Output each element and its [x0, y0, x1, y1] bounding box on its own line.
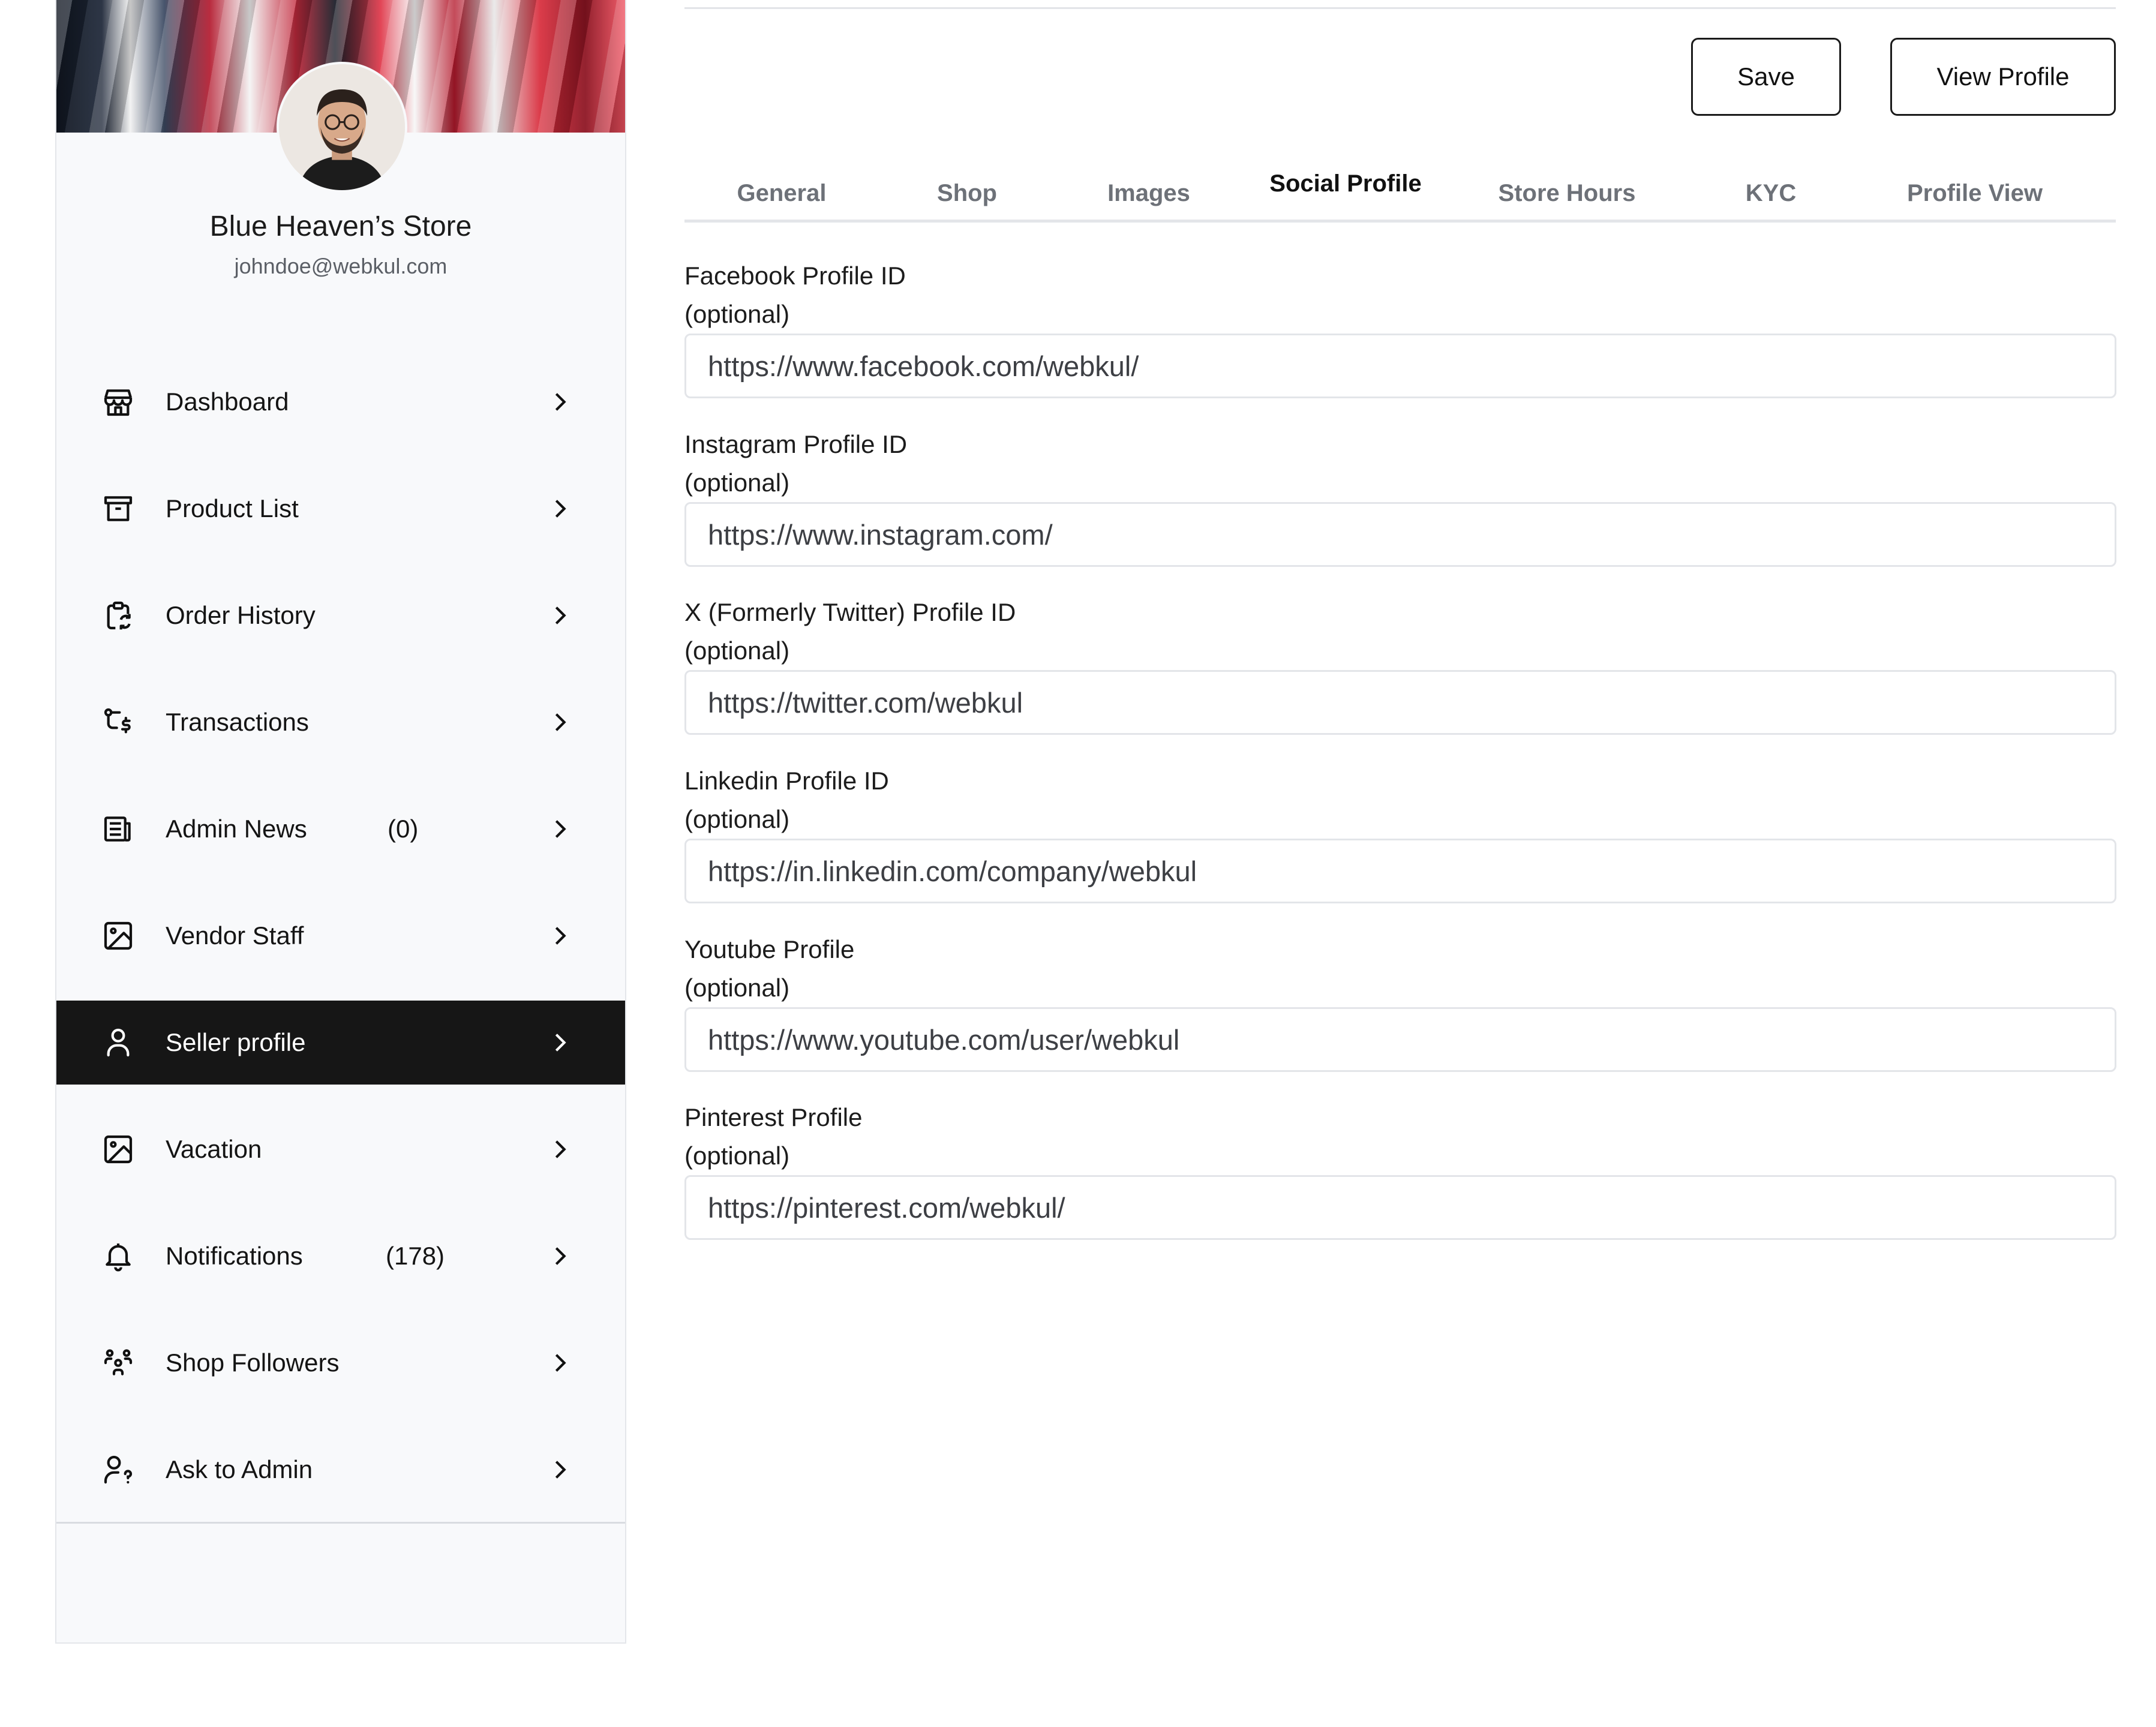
sidebar-item-transactions[interactable]: Transactions [56, 680, 625, 764]
chevron-right-icon [548, 710, 572, 734]
optional-note: (optional) [684, 468, 790, 497]
facebook-profile-input[interactable] [684, 334, 2116, 398]
image-icon [101, 918, 136, 953]
instagram-profile-input[interactable] [684, 502, 2116, 567]
instagram-label: Instagram Profile ID [684, 430, 908, 458]
sidebar-item-vendor-staff[interactable]: Vendor Staff [56, 894, 625, 978]
divider [56, 1522, 625, 1524]
sidebar-item-label: Dashboard [166, 388, 289, 416]
sidebar-item-label: Notifications [166, 1242, 303, 1270]
store-email: johndoe@webkul.com [234, 254, 448, 278]
store-icon [101, 385, 136, 419]
facebook-label: Facebook Profile ID [684, 262, 906, 290]
chevron-right-icon [548, 1351, 572, 1375]
optional-note: (optional) [684, 974, 790, 1002]
sidebar-item-label: Vacation [166, 1135, 262, 1163]
chevron-right-icon [548, 390, 572, 414]
store-name: Blue Heaven’s Store [209, 211, 472, 242]
sidebar-item-dashboard[interactable]: Dashboard [56, 360, 625, 444]
chevron-right-icon [548, 1458, 572, 1482]
sidebar-item-label: Seller profile [166, 1028, 306, 1056]
archive-icon [101, 491, 136, 526]
pinterest-label: Pinterest Profile [684, 1103, 863, 1131]
linkedin-label: Linkedin Profile ID [684, 767, 889, 795]
admin-news-count: (0) [388, 815, 419, 843]
user-icon [101, 1025, 136, 1060]
sidebar-item-label: Order History [166, 601, 316, 629]
chevron-right-icon [548, 603, 572, 627]
users-group-icon [101, 1345, 136, 1380]
notifications-count: (178) [386, 1242, 445, 1270]
sidebar-item-admin-news[interactable]: Admin News (0) [56, 787, 625, 871]
pinterest-profile-input[interactable] [684, 1175, 2116, 1240]
sidebar-nav: Dashboard Product List Order History Tra… [56, 360, 625, 1534]
profile-tabs: General Shop Images Social Profile Store… [684, 162, 2116, 223]
chevron-right-icon [548, 1031, 572, 1055]
clipboard-refresh-icon [101, 598, 136, 633]
tab-profile-view[interactable]: Profile View [1907, 180, 2043, 207]
optional-note: (optional) [684, 805, 790, 833]
chevron-right-icon [548, 817, 572, 841]
twitter-profile-input[interactable] [684, 670, 2116, 735]
save-button[interactable]: Save [1691, 38, 1841, 116]
sidebar-item-label: Ask to Admin [166, 1455, 313, 1483]
sidebar-item-ask-to-admin[interactable]: Ask to Admin [56, 1428, 625, 1512]
sidebar-item-label: Transactions [166, 708, 309, 736]
tab-shop[interactable]: Shop [937, 180, 997, 207]
user-question-icon [101, 1452, 136, 1487]
sidebar-item-vacation[interactable]: Vacation [56, 1107, 625, 1191]
linkedin-profile-input[interactable] [684, 839, 2116, 903]
news-icon [101, 812, 136, 846]
chevron-right-icon [548, 497, 572, 521]
chevron-right-icon [548, 1137, 572, 1161]
optional-note: (optional) [684, 636, 790, 665]
sidebar-item-notifications[interactable]: Notifications (178) [56, 1214, 625, 1298]
tab-store-hours[interactable]: Store Hours [1499, 180, 1636, 207]
chevron-right-icon [548, 1244, 572, 1268]
sidebar-item-label: Vendor Staff [166, 921, 304, 950]
sidebar-item-seller-profile[interactable]: Seller profile [56, 1001, 625, 1085]
route-dollar-icon [101, 705, 136, 740]
tab-kyc[interactable]: KYC [1746, 180, 1796, 207]
chevron-right-icon [548, 924, 572, 948]
sidebar-item-order-history[interactable]: Order History [56, 573, 625, 657]
divider [684, 7, 2116, 9]
twitter-label: X (Formerly Twitter) Profile ID [684, 598, 1016, 626]
youtube-profile-input[interactable] [684, 1007, 2116, 1072]
sidebar-item-shop-followers[interactable]: Shop Followers [56, 1321, 625, 1405]
optional-note: (optional) [684, 300, 790, 328]
sidebar-item-product-list[interactable]: Product List [56, 467, 625, 551]
bell-icon [101, 1239, 136, 1274]
tab-general[interactable]: General [737, 180, 827, 207]
sidebar-item-label: Shop Followers [166, 1348, 340, 1377]
optional-note: (optional) [684, 1142, 790, 1170]
view-profile-button[interactable]: View Profile [1890, 38, 2116, 116]
sidebar-item-label: Admin News [166, 815, 307, 843]
avatar[interactable] [277, 62, 407, 193]
youtube-label: Youtube Profile [684, 935, 855, 963]
sidebar: Blue Heaven’s Store johndoe@webkul.com D… [55, 0, 626, 1644]
tab-social-profile[interactable]: Social Profile [1269, 170, 1421, 197]
sidebar-item-label: Product List [166, 494, 299, 522]
tab-images[interactable]: Images [1107, 180, 1190, 207]
image-icon [101, 1132, 136, 1167]
